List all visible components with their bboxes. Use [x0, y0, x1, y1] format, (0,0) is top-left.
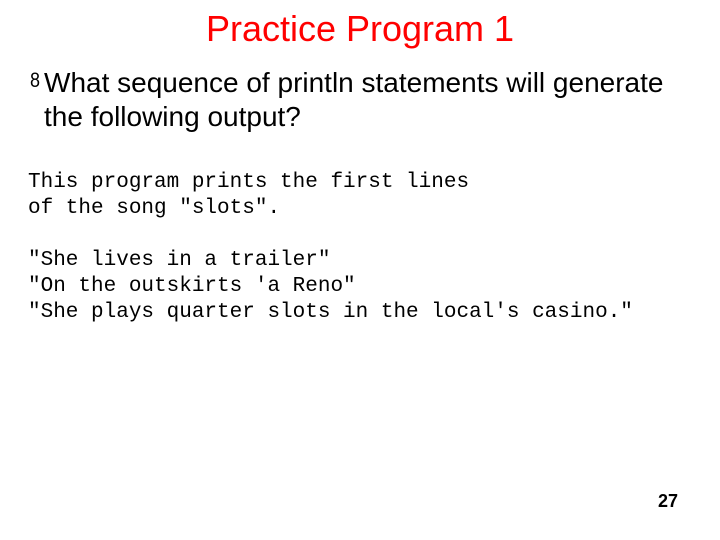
bullet-row: 8 What sequence of println statements wi… — [30, 66, 690, 134]
page-number: 27 — [658, 491, 678, 512]
code-output: This program prints the first lines of t… — [0, 134, 720, 326]
bullet-block: 8 What sequence of println statements wi… — [0, 60, 720, 134]
bullet-text: What sequence of println statements will… — [44, 66, 690, 134]
bullet-marker-icon: 8 — [30, 63, 40, 97]
slide-title: Practice Program 1 — [0, 0, 720, 60]
